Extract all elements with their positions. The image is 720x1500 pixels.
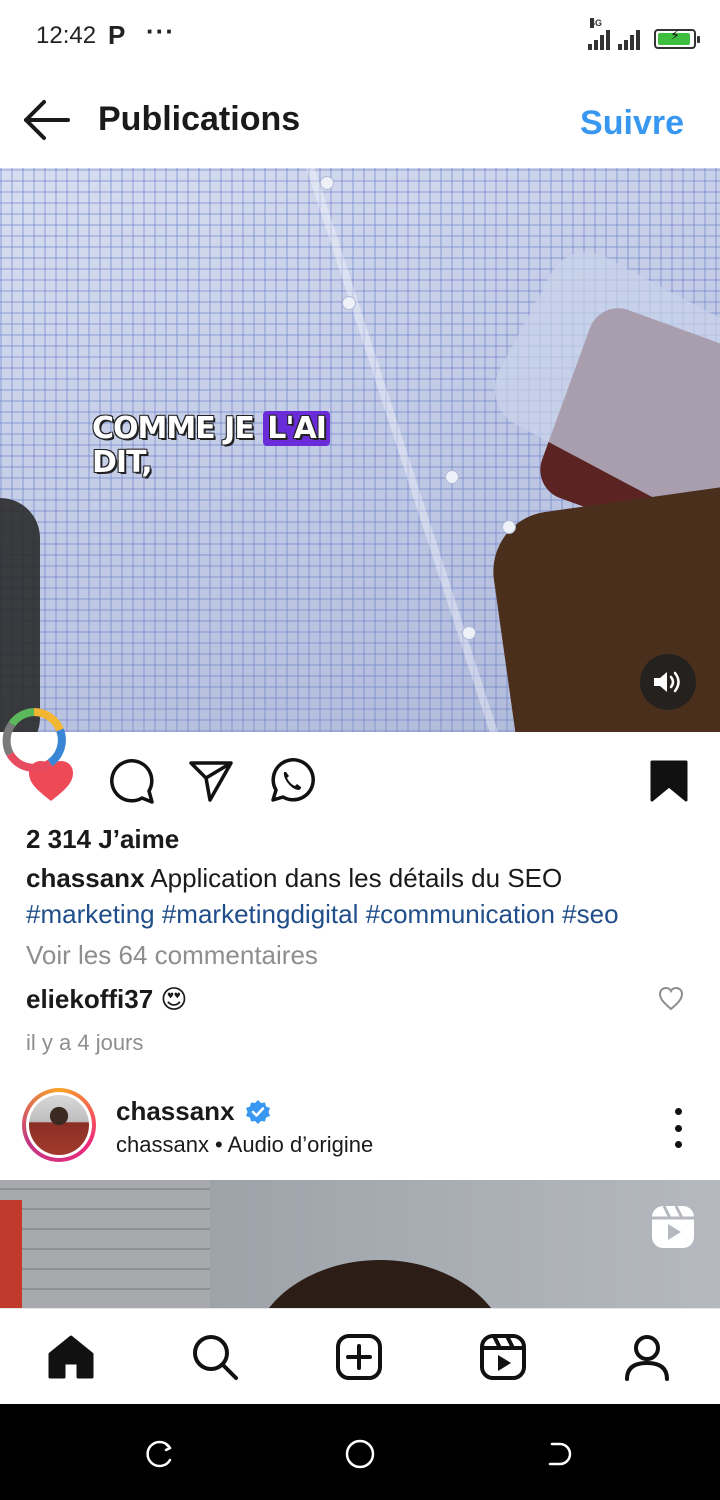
post-timestamp: il y a 4 jours — [26, 1030, 144, 1055]
floating-ring-widget[interactable] — [0, 704, 70, 776]
back-button[interactable] — [22, 98, 74, 142]
bottom-navigation — [0, 1308, 720, 1404]
search-icon — [193, 1335, 238, 1380]
dot-icon — [674, 1124, 682, 1132]
brick-wall-background — [0, 1180, 210, 1308]
nav-home[interactable] — [47, 1333, 95, 1381]
view-comments-link[interactable]: Voir les 64 commentaires — [26, 940, 318, 971]
home-circle-icon[interactable] — [344, 1438, 376, 1470]
verified-badge-icon — [245, 1099, 270, 1124]
save-button[interactable] — [644, 756, 694, 806]
network-type: 4G — [590, 18, 603, 28]
arrow-left-icon — [24, 100, 70, 140]
shirt-button — [445, 470, 459, 484]
battery-icon: ⚡ — [654, 27, 700, 49]
video-caption-overlay: COMME JE L'AI DIT, — [92, 411, 330, 480]
shirt-placket — [300, 168, 500, 732]
red-object — [0, 1200, 22, 1308]
charging-icon: ⚡ — [670, 27, 680, 43]
likes-count[interactable]: 2 314 J’aime — [26, 824, 179, 855]
follow-button[interactable]: Suivre — [580, 104, 684, 143]
caption-hashtags[interactable]: #marketing #marketingdigital #communicat… — [26, 899, 619, 929]
avatar-frame — [26, 1092, 92, 1158]
caption-word: COMME JE — [92, 411, 255, 446]
caption-word: DIT, — [92, 445, 153, 480]
nav-create[interactable] — [335, 1333, 383, 1381]
top-comment: eliekoffi37 😍 — [26, 984, 188, 1015]
next-post-video[interactable] — [0, 1180, 720, 1308]
next-post-username[interactable]: chassanx — [116, 1096, 235, 1127]
back-arc-icon[interactable] — [544, 1438, 576, 1470]
shirt-button — [502, 520, 516, 534]
post-video[interactable]: COMME JE L'AI DIT, — [0, 168, 720, 732]
reels-badge-icon — [652, 1205, 694, 1248]
avatar[interactable] — [22, 1088, 96, 1162]
page-title: Publications — [98, 100, 301, 138]
system-navigation-bar — [0, 1404, 720, 1500]
comment-like-button[interactable] — [658, 986, 684, 1012]
whatsapp-icon — [271, 758, 315, 802]
dot-icon — [674, 1141, 682, 1148]
notification-p-icon: P — [108, 20, 126, 50]
shirt-button — [342, 296, 356, 310]
signal-icon — [618, 28, 640, 50]
nav-profile[interactable] — [623, 1333, 671, 1381]
post-caption: chassanx Application dans les détails du… — [26, 860, 706, 932]
next-post-username-row[interactable]: chassanx — [116, 1096, 271, 1127]
status-indicators: 4G ⚡ — [588, 18, 700, 50]
caption-highlight-word: L'AI — [263, 411, 330, 446]
recent-apps-icon[interactable] — [144, 1438, 176, 1470]
heart-outline-icon — [658, 986, 684, 1011]
volume-icon — [654, 671, 680, 693]
status-time: 12:42 — [36, 22, 97, 49]
create-icon — [336, 1334, 382, 1380]
caption-username[interactable]: chassanx — [26, 863, 145, 893]
more-options-button[interactable] — [666, 1108, 690, 1148]
whatsapp-share-button[interactable] — [266, 756, 316, 806]
top-bar: Publications Suivre — [0, 72, 720, 168]
person-head — [250, 1260, 510, 1308]
comment-button[interactable] — [106, 756, 156, 806]
shirt-button — [320, 176, 334, 190]
next-post-audio[interactable]: chassanx • Audio d’origine — [116, 1132, 373, 1158]
share-button[interactable] — [186, 756, 236, 806]
send-icon — [189, 761, 233, 802]
nav-search[interactable] — [191, 1333, 239, 1381]
avatar-photo — [29, 1095, 89, 1155]
comment-emoji: 😍 — [160, 984, 188, 1014]
comment-username[interactable]: eliekoffi37 — [26, 984, 153, 1014]
dot-icon — [674, 1108, 682, 1115]
more-notifications-icon: ··· — [146, 16, 175, 46]
comment-icon — [110, 759, 154, 804]
sound-toggle-button[interactable] — [640, 654, 696, 710]
post-actions — [0, 740, 720, 820]
bookmark-filled-icon — [650, 760, 688, 802]
shadow-shape — [0, 498, 40, 732]
reels-icon — [480, 1334, 526, 1380]
profile-icon — [625, 1335, 669, 1381]
shirt-button — [462, 626, 476, 640]
status-bar: 12:42 P ··· 4G ⚡ — [0, 0, 720, 72]
next-post-header: chassanx chassanx • Audio d’origine — [0, 1086, 720, 1178]
circle-progress-icon — [2, 708, 66, 772]
caption-text: Application dans les détails du SEO — [144, 863, 563, 893]
nav-reels[interactable] — [479, 1333, 527, 1381]
home-icon — [48, 1335, 94, 1379]
signal-4g-icon: 4G — [588, 18, 610, 50]
